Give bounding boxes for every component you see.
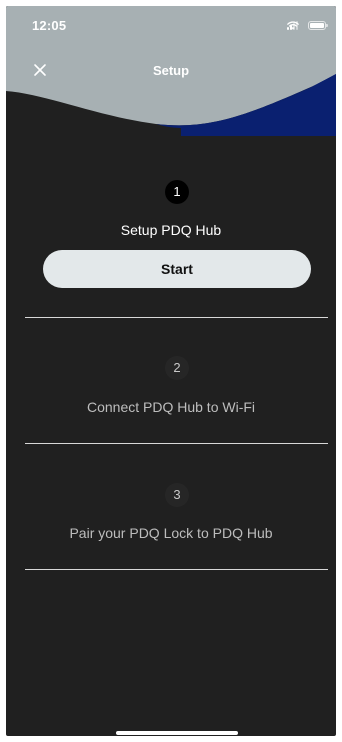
divider	[25, 569, 328, 570]
step-1-label: Setup PDQ Hub	[120, 222, 222, 238]
step-3-number: 3	[165, 483, 189, 507]
start-button[interactable]: Start	[43, 250, 311, 288]
page-title: Setup	[152, 63, 190, 78]
status-time: 12:05	[32, 18, 67, 33]
step-2-label: Connect PDQ Hub to Wi-Fi	[86, 399, 256, 415]
step-3-label: Pair your PDQ Lock to PDQ Hub	[69, 525, 273, 541]
home-indicator[interactable]	[116, 731, 238, 735]
status-icons	[287, 21, 328, 30]
divider	[25, 443, 328, 444]
step-1-number: 1	[165, 180, 189, 204]
header: 12:05 Setup	[6, 6, 336, 136]
app-screen: 12:05 Setup 1 Setup PDQ Hub Start 2 Conn…	[6, 6, 336, 736]
battery-icon	[308, 21, 328, 30]
step-2-number: 2	[165, 356, 189, 380]
divider	[25, 317, 328, 318]
